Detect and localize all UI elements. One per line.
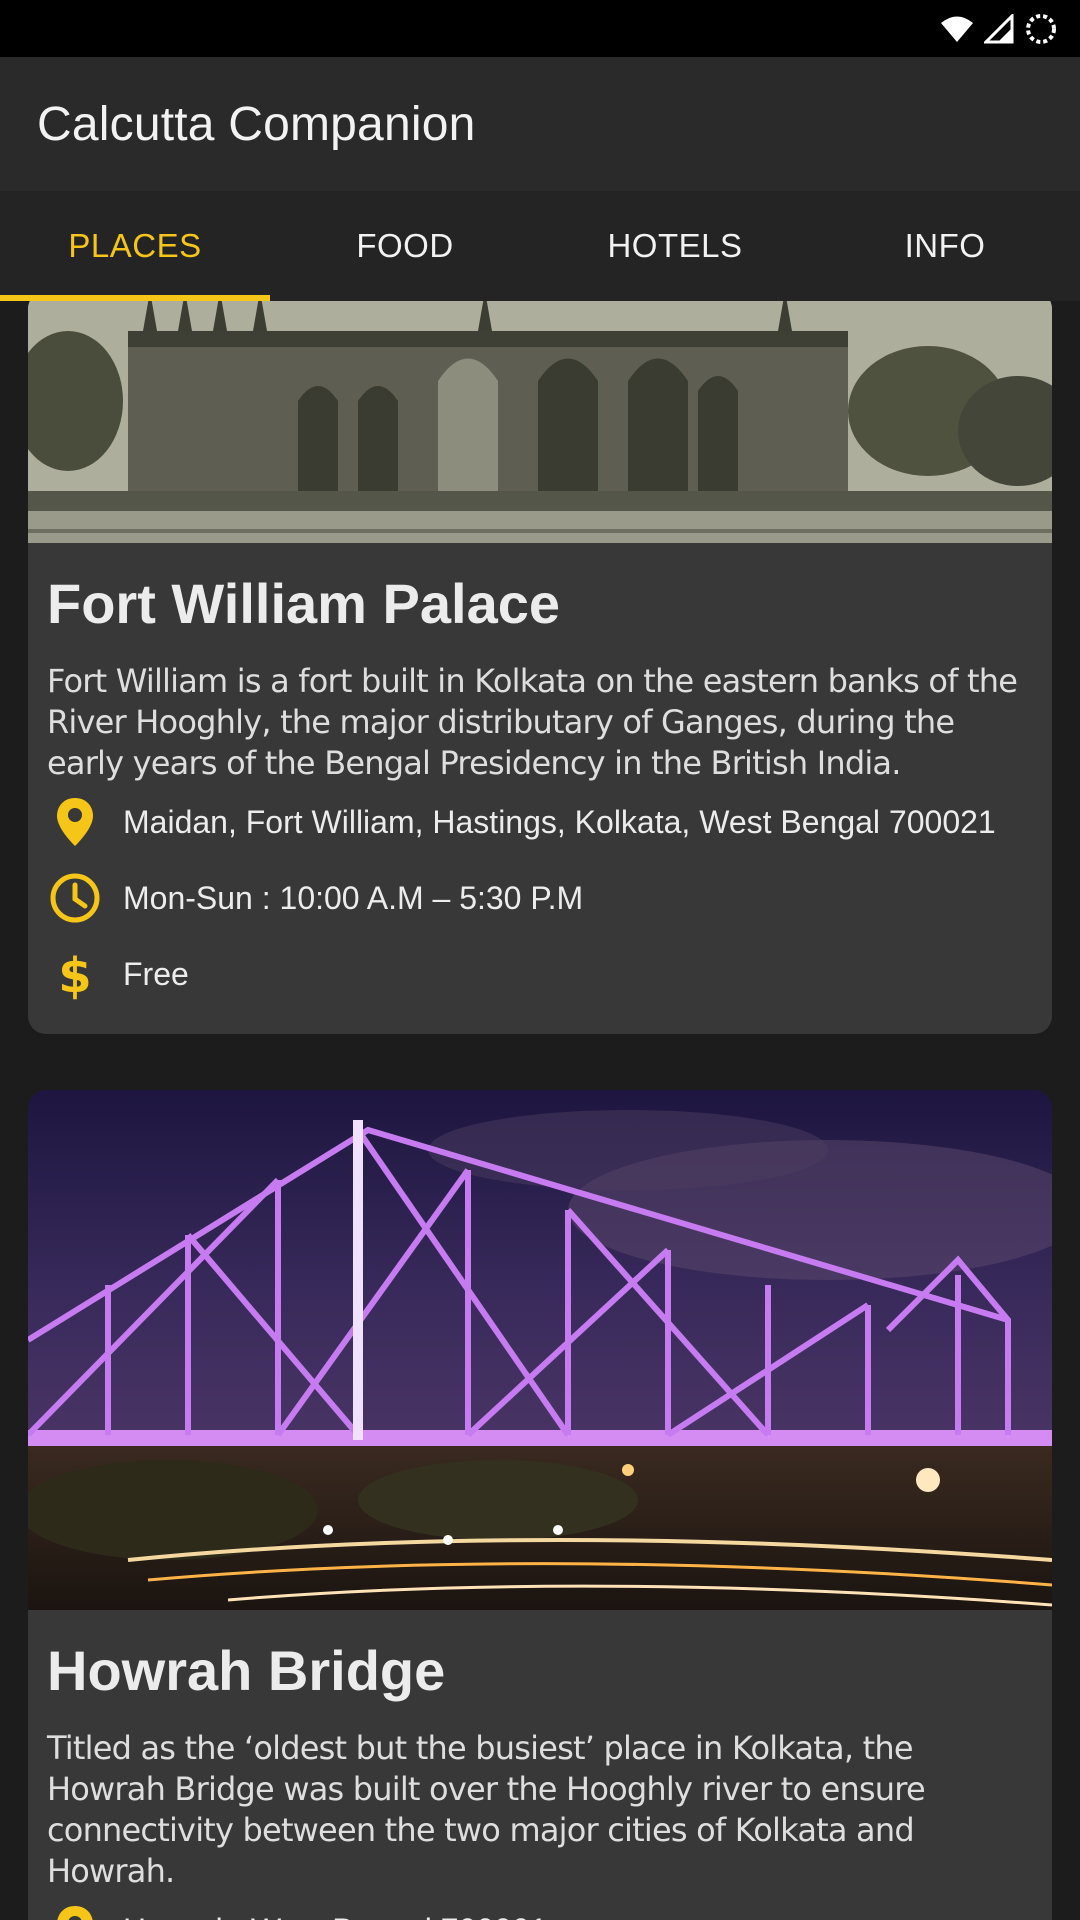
tab-label: FOOD — [356, 227, 454, 264]
place-card-body: Howrah Bridge Titled as the ‘oldest but … — [28, 1638, 1052, 1920]
tab-food[interactable]: FOOD — [270, 191, 540, 301]
place-card-body: Fort William Palace Fort William is a fo… — [28, 571, 1052, 1012]
svg-text:$: $ — [58, 948, 91, 1000]
location-pin-icon — [47, 794, 103, 850]
app-bar: Calcutta Companion — [0, 57, 1080, 191]
wifi-icon — [941, 16, 973, 42]
places-list[interactable]: Fort William Palace Fort William is a fo… — [0, 301, 1080, 1920]
tab-label: PLACES — [68, 227, 202, 264]
tab-label: HOTELS — [607, 227, 743, 264]
status-icons — [940, 12, 1058, 46]
howrah-bridge-photo — [28, 1090, 1052, 1610]
address-row[interactable]: Maidan, Fort William, Hastings, Kolkata,… — [47, 784, 1033, 860]
place-card[interactable]: Fort William Palace Fort William is a fo… — [28, 301, 1052, 1034]
battery-loading-icon — [1026, 14, 1056, 44]
hours-text: Mon-Sun : 10:00 A.M – 5:30 P.M — [123, 879, 584, 916]
place-card[interactable]: Howrah Bridge Titled as the ‘oldest but … — [28, 1090, 1052, 1920]
place-description: Titled as the ‘oldest but the busiest’ p… — [47, 1729, 926, 1890]
place-title: Fort William Palace — [47, 572, 560, 635]
price-row: $ Free — [47, 936, 1033, 1012]
address-row[interactable]: Howrah, West Bengal 700001 — [47, 1892, 1033, 1920]
hours-row: Mon-Sun : 10:00 A.M – 5:30 P.M — [47, 860, 1033, 936]
fort-william-photo — [28, 301, 1052, 543]
tab-places[interactable]: PLACES — [0, 191, 270, 301]
status-bar — [0, 0, 1080, 57]
app-title: Calcutta Companion — [37, 98, 476, 151]
dollar-icon: $ — [47, 946, 103, 1002]
place-image — [28, 301, 1052, 543]
cell-signal-icon — [984, 14, 1014, 44]
tab-bar: PLACES FOOD HOTELS INFO — [0, 191, 1080, 301]
tab-info[interactable]: INFO — [810, 191, 1080, 301]
tab-label: INFO — [904, 227, 986, 264]
address-text: Maidan, Fort William, Hastings, Kolkata,… — [123, 803, 996, 840]
place-image — [28, 1090, 1052, 1610]
price-text: Free — [123, 955, 189, 992]
place-title: Howrah Bridge — [47, 1639, 446, 1702]
place-description: Fort William is a fort built in Kolkata … — [47, 662, 1018, 782]
clock-icon — [47, 870, 103, 926]
location-pin-icon — [47, 1902, 103, 1920]
tab-hotels[interactable]: HOTELS — [540, 191, 810, 301]
address-text: Howrah, West Bengal 700001 — [123, 1912, 548, 1920]
